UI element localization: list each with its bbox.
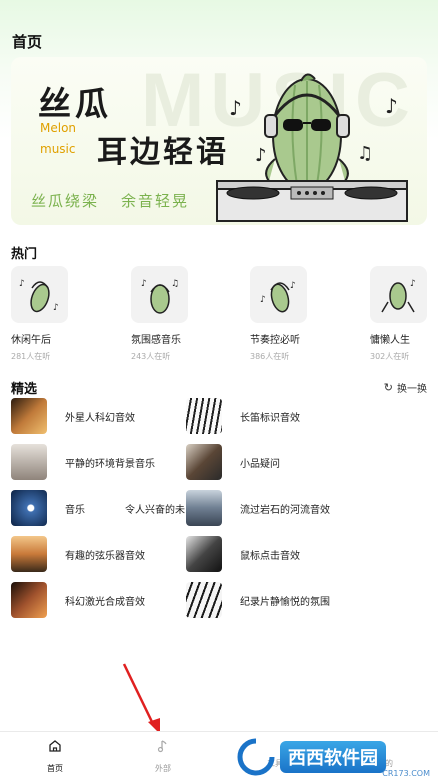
watermark-text: 西西软件园 bbox=[280, 741, 386, 773]
music-note-icon: ♪ bbox=[255, 145, 267, 166]
featured-item-title: 音乐 令人兴奋的未 bbox=[65, 504, 185, 516]
featured-section-title: 精选 bbox=[11, 382, 38, 397]
hot-card-listeners: 302人在听 bbox=[370, 352, 410, 361]
featured-item[interactable]: 纪录片静愉悦的氛围 bbox=[186, 582, 330, 618]
home-icon bbox=[49, 740, 61, 752]
hot-section-title: 热门 bbox=[11, 247, 38, 262]
hot-card[interactable]: ♪ 慵懒人生 302人在听 bbox=[370, 266, 438, 362]
banner-title-line1: 丝瓜 bbox=[38, 84, 112, 123]
featured-item-title: 流过岩石的河流音效 bbox=[240, 504, 330, 516]
featured-item[interactable]: 流过岩石的河流音效 bbox=[186, 490, 330, 526]
nav-item-home[interactable]: 首页 bbox=[30, 738, 80, 774]
hot-card-listeners: 243人在听 bbox=[131, 352, 171, 361]
hot-card-name: 氛围感音乐 bbox=[131, 335, 181, 346]
featured-item-thumbnail bbox=[11, 536, 47, 572]
hot-card-thumbnail: ♪ ♪ bbox=[250, 266, 307, 323]
featured-item-thumbnail bbox=[11, 398, 47, 434]
featured-item-title: 长笛标识音效 bbox=[240, 412, 300, 424]
svg-text:♪: ♪ bbox=[53, 303, 59, 313]
featured-item-thumbnail bbox=[11, 582, 47, 618]
hot-card-name: 慵懒人生 bbox=[370, 335, 410, 346]
featured-item-thumbnail bbox=[186, 398, 222, 434]
svg-text:♪: ♪ bbox=[260, 295, 266, 305]
hot-card[interactable]: ♪ ♪ 节奏控必听 386人在听 bbox=[250, 266, 360, 362]
nav-item-external[interactable]: 外部 bbox=[138, 738, 188, 774]
hot-card-listeners: 281人在听 bbox=[11, 352, 51, 361]
svg-text:♪: ♪ bbox=[141, 279, 147, 289]
page-title: 首页 bbox=[12, 33, 43, 51]
hot-card[interactable]: ♪ ♫ 氛围感音乐 243人在听 bbox=[131, 266, 241, 362]
featured-item-thumbnail bbox=[11, 444, 47, 480]
dancing-melon-icon: ♪ bbox=[380, 279, 416, 312]
hero-banner[interactable]: MUSIC 丝瓜 Melon music 耳边轻语 丝瓜绕梁 余音轻晃 ♪ ♪ … bbox=[11, 57, 427, 225]
watermark-logo: 西西软件园 CR173.COM bbox=[236, 735, 438, 779]
hot-card-thumbnail: ♪ bbox=[370, 266, 427, 323]
nav-label: 首页 bbox=[47, 764, 63, 773]
banner-slogan-1: 丝瓜绕梁 bbox=[31, 192, 100, 210]
svg-text:♫: ♫ bbox=[171, 279, 179, 289]
svg-text:♪: ♪ bbox=[290, 281, 296, 291]
music-note-icon: ♪ bbox=[385, 94, 398, 118]
featured-item-thumbnail bbox=[11, 490, 47, 526]
banner-english-label: Melon music bbox=[40, 121, 76, 157]
music-note-icon: ♪ bbox=[229, 96, 242, 120]
banner-melon-text: Melon bbox=[40, 121, 77, 135]
featured-item[interactable]: 鼠标点击音效 bbox=[186, 536, 300, 572]
hot-card-listeners: 386人在听 bbox=[250, 352, 290, 361]
hot-card[interactable]: ♪ ♪ 休闲午后 281人在听 bbox=[11, 266, 121, 362]
hot-card-thumbnail: ♪ ♪ bbox=[11, 266, 68, 323]
featured-item[interactable]: 长笛标识音效 bbox=[186, 398, 300, 434]
featured-item-thumbnail bbox=[186, 582, 222, 618]
svg-text:♪: ♪ bbox=[19, 279, 25, 289]
swap-label: 换一换 bbox=[397, 384, 427, 395]
svg-text:♪: ♪ bbox=[410, 279, 416, 289]
banner-slogan-2: 余音轻晃 bbox=[121, 192, 190, 210]
dancing-melon-icon: ♪ ♫ bbox=[141, 279, 179, 314]
swap-button[interactable]: ↻ 换一换 bbox=[384, 380, 427, 395]
dj-melon-illustration: ♪ ♪ ♪ ♫ bbox=[216, 73, 408, 222]
featured-item-thumbnail bbox=[186, 490, 222, 526]
featured-item[interactable]: 外星人科幻音效 bbox=[11, 398, 135, 434]
featured-item[interactable]: 有趣的弦乐器音效 bbox=[11, 536, 145, 572]
refresh-icon: ↻ bbox=[383, 381, 393, 394]
nav-label: 外部 bbox=[155, 764, 171, 773]
featured-item[interactable]: 小品疑问 bbox=[186, 444, 280, 480]
music-note-icon bbox=[157, 740, 167, 753]
featured-item[interactable]: 科幻激光合成音效 bbox=[11, 582, 145, 618]
featured-item[interactable]: 平静的环境背景音乐 bbox=[11, 444, 155, 480]
banner-music-text: music bbox=[40, 142, 76, 156]
hot-card-name: 节奏控必听 bbox=[250, 335, 300, 346]
featured-item-title: 平静的环境背景音乐 bbox=[65, 458, 155, 470]
featured-item-title: 科幻激光合成音效 bbox=[65, 596, 145, 608]
annotation-arrow bbox=[122, 663, 160, 734]
featured-item-title: 小品疑问 bbox=[240, 458, 280, 470]
featured-item-title: 纪录片静愉悦的氛围 bbox=[240, 596, 330, 608]
hot-card-thumbnail: ♪ ♫ bbox=[131, 266, 188, 323]
featured-item-title: 有趣的弦乐器音效 bbox=[65, 550, 145, 562]
featured-item-thumbnail bbox=[186, 444, 222, 480]
featured-item-title: 外星人科幻音效 bbox=[65, 412, 135, 424]
dancing-melon-icon: ♪♪ bbox=[260, 281, 296, 312]
watermark-url: CR173.COM bbox=[382, 769, 430, 778]
music-note-icon: ♫ bbox=[357, 143, 373, 164]
dancing-melon-icon: ♪♪ bbox=[19, 279, 59, 313]
featured-item-thumbnail bbox=[186, 536, 222, 572]
featured-item-title: 鼠标点击音效 bbox=[240, 550, 300, 562]
watermark-emblem-icon bbox=[237, 738, 275, 776]
featured-item[interactable]: 音乐 令人兴奋的未 bbox=[11, 490, 185, 526]
hot-card-name: 休闲午后 bbox=[11, 335, 51, 346]
